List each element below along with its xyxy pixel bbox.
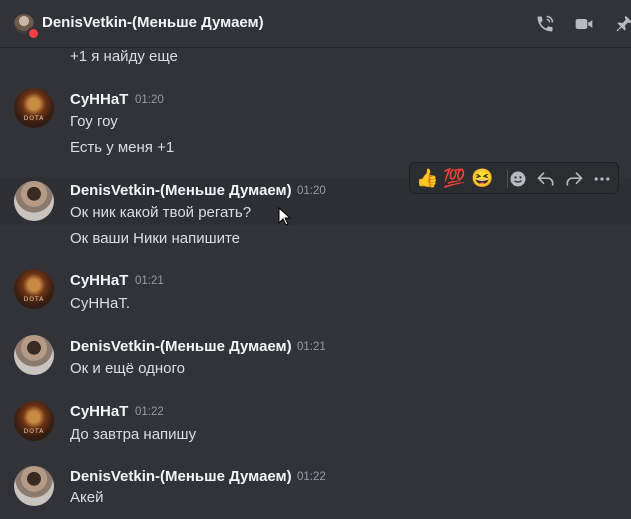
message-text: Ок ник какой твой регать?: [70, 204, 252, 221]
avatar[interactable]: [14, 269, 54, 309]
avatar[interactable]: [14, 181, 54, 221]
message-text: +1 я найду еще: [70, 48, 178, 65]
avatar[interactable]: [14, 466, 54, 506]
message-author[interactable]: DenisVetkin-(Меньше Думаем): [70, 468, 292, 485]
channel-header: DenisVetkin-(Меньше Думаем): [0, 0, 631, 48]
message-author[interactable]: DenisVetkin-(Меньше Думаем): [70, 338, 292, 355]
reaction-hundred[interactable]: 💯: [443, 168, 465, 188]
more-icon[interactable]: [592, 169, 612, 189]
message-group: DenisVetkin-(Меньше Думаем) 01:22 Акей: [0, 460, 631, 516]
message-text: СуННаТ.: [70, 295, 131, 312]
message-author[interactable]: СуННаТ: [70, 403, 128, 420]
message-text: Ок ваши Ники напишите: [70, 230, 241, 247]
message-timestamp: 01:21: [135, 275, 164, 287]
mouse-cursor-icon: [278, 207, 292, 226]
message-group: СуННаТ 01:20 Гоу гоу Есть у меня +1: [0, 83, 631, 163]
avatar[interactable]: [14, 88, 54, 128]
message-author[interactable]: СуННаТ: [70, 272, 128, 289]
message-timestamp: 01:21: [297, 341, 326, 353]
channel-title: DenisVetkin-(Меньше Думаем): [42, 14, 264, 31]
avatar[interactable]: [14, 335, 54, 375]
message-continuation: Ок ваши Ники напишите: [0, 225, 631, 251]
message-group: СуННаТ 01:21 СуННаТ.: [0, 263, 631, 319]
message-text: До завтра напишу: [70, 426, 197, 443]
voice-call-icon[interactable]: [535, 14, 555, 34]
message-timestamp: 01:22: [135, 406, 164, 418]
avatar[interactable]: [14, 401, 54, 441]
message-timestamp: 01:20: [297, 185, 326, 197]
message-text: Есть у меня +1: [70, 139, 175, 156]
message-continuation: +1 я найду еще: [0, 44, 631, 70]
add-reaction-icon[interactable]: [508, 169, 528, 189]
status-indicator: [27, 27, 40, 40]
reaction-thumbs-up[interactable]: 👍: [416, 168, 438, 188]
message-author[interactable]: DenisVetkin-(Меньше Думаем): [70, 182, 292, 199]
message-text: Ок и ещё одного: [70, 360, 186, 377]
message-timestamp: 01:22: [297, 471, 326, 483]
message-timestamp: 01:20: [135, 94, 164, 106]
message-text: Гоу гоу: [70, 113, 118, 130]
pin-icon[interactable]: [614, 14, 631, 34]
message-actions-toolbar: 👍 💯 😆: [409, 162, 619, 194]
message-author[interactable]: СуННаТ: [70, 91, 128, 108]
message-group: DenisVetkin-(Меньше Думаем) 01:21 Ок и е…: [0, 329, 631, 385]
reply-icon[interactable]: [536, 169, 556, 189]
message-group: СуННаТ 01:22 До завтра напишу: [0, 395, 631, 451]
video-call-icon[interactable]: [574, 14, 594, 34]
message-text: Акей: [70, 489, 104, 506]
forward-icon[interactable]: [564, 169, 584, 189]
reaction-laughing[interactable]: 😆: [471, 168, 493, 188]
